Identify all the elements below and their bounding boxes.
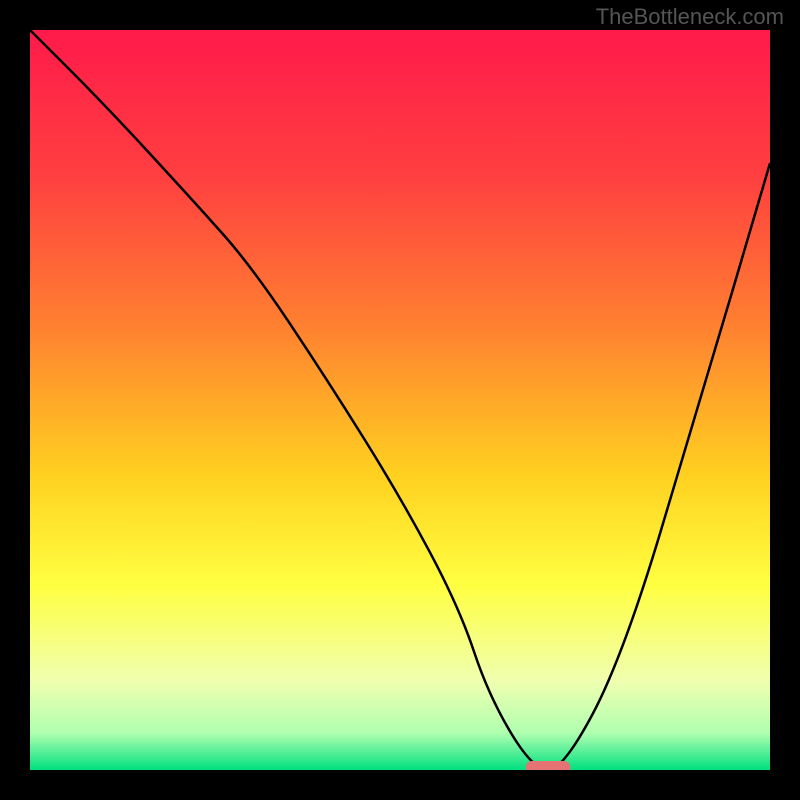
optimal-marker xyxy=(526,761,570,770)
chart-container xyxy=(30,30,770,770)
gradient-background xyxy=(30,30,770,770)
watermark-text: TheBottleneck.com xyxy=(596,4,784,30)
chart-svg xyxy=(30,30,770,770)
